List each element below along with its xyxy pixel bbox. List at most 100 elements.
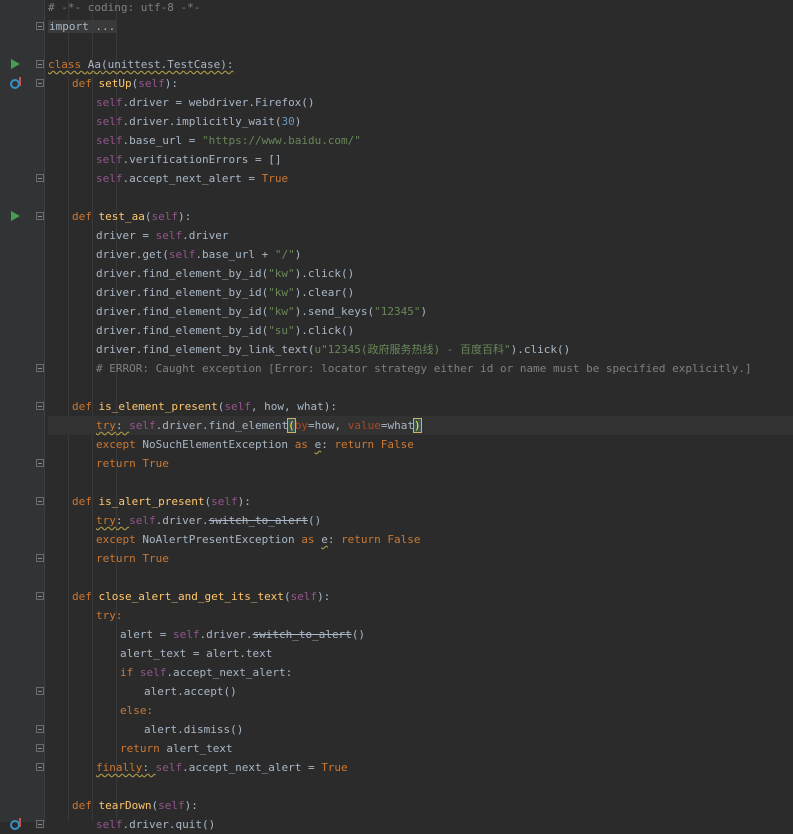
code-line[interactable]: if self.accept_next_alert:: [48, 663, 793, 682]
code-token: close_alert_and_get_its_text: [98, 590, 284, 603]
code-line[interactable]: [48, 36, 793, 55]
run-test-icon[interactable]: [11, 211, 20, 221]
fold-toggle-icon[interactable]: [36, 820, 44, 828]
run-test-icon[interactable]: [11, 59, 20, 69]
code-token: self: [96, 172, 123, 185]
code-line[interactable]: driver.find_element_by_link_text(u"12345…: [48, 340, 793, 359]
fold-toggle-icon[interactable]: [36, 459, 44, 467]
code-line[interactable]: self.driver = webdriver.Firefox(): [48, 93, 793, 112]
code-line[interactable]: return True: [48, 454, 793, 473]
code-line[interactable]: alert_text = alert.text: [48, 644, 793, 663]
code-line[interactable]: class Aa(unittest.TestCase):: [48, 55, 793, 74]
code-line[interactable]: driver.get(self.base_url + "/"): [48, 245, 793, 264]
code-line[interactable]: def setUp(self):: [48, 74, 793, 93]
code-line[interactable]: driver.find_element_by_id("kw").clear(): [48, 283, 793, 302]
code-token: test_aa: [98, 210, 145, 223]
code-line[interactable]: try:: [48, 606, 793, 625]
fold-toggle-icon[interactable]: [36, 497, 44, 505]
fold-toggle-icon[interactable]: [36, 22, 44, 30]
code-token: :: [115, 514, 130, 527]
code-line[interactable]: def tearDown(self):: [48, 796, 793, 815]
fold-toggle-icon[interactable]: [36, 725, 44, 733]
code-token: .base_url +: [195, 248, 275, 261]
code-token: 30: [281, 115, 295, 128]
fold-toggle-icon[interactable]: [36, 402, 44, 410]
fold-toggle-icon[interactable]: [36, 763, 44, 771]
code-line[interactable]: alert = self.driver.switch_to_alert(): [48, 625, 793, 644]
code-line[interactable]: return True: [48, 549, 793, 568]
override-method-icon[interactable]: [10, 77, 22, 89]
code-line[interactable]: self.driver.implicitly_wait(30): [48, 112, 793, 131]
code-token: self: [155, 229, 183, 242]
code-line[interactable]: driver = self.driver: [48, 226, 793, 245]
code-line[interactable]: def close_alert_and_get_its_text(self):: [48, 587, 793, 606]
code-token: class: [48, 58, 88, 71]
fold-toggle-icon[interactable]: [36, 174, 44, 182]
code-line[interactable]: return alert_text: [48, 739, 793, 758]
code-line[interactable]: def test_aa(self):: [48, 207, 793, 226]
code-line[interactable]: try: self.driver.switch_to_alert(): [48, 511, 793, 530]
code-line[interactable]: [48, 777, 793, 796]
code-line[interactable]: # -*- coding: utf-8 -*-: [48, 0, 793, 17]
code-line[interactable]: def is_element_present(self, how, what):: [48, 397, 793, 416]
code-line[interactable]: driver.find_element_by_id("kw").send_key…: [48, 302, 793, 321]
override-method-icon[interactable]: [10, 818, 22, 830]
code-line[interactable]: [48, 473, 793, 492]
code-token: ): [413, 418, 422, 433]
code-token: def: [72, 400, 99, 413]
fold-toggle-icon[interactable]: [36, 687, 44, 695]
code-token: u"12345(政府服务热线) - 百度百科": [314, 343, 511, 356]
code-token: try: [96, 419, 116, 432]
code-line[interactable]: driver.find_element_by_id("kw").click(): [48, 264, 793, 283]
code-line[interactable]: driver.find_element_by_id("su").click(): [48, 321, 793, 340]
code-line[interactable]: try: self.driver.find_element(by=how, va…: [48, 416, 793, 435]
code-token: is_element_present: [98, 400, 218, 413]
code-token: alert_text = alert.text: [120, 647, 273, 660]
folded-imports[interactable]: import ...: [48, 20, 117, 33]
code-line[interactable]: except NoSuchElementException as e: retu…: [48, 435, 793, 454]
code-line[interactable]: self.driver.quit(): [48, 815, 793, 834]
code-line[interactable]: self.verificationErrors = []: [48, 150, 793, 169]
code-line[interactable]: import ...: [48, 17, 793, 36]
fold-toggle-icon[interactable]: [36, 592, 44, 600]
code-token: ):: [164, 77, 178, 90]
code-token: .accept_next_alert =: [122, 172, 262, 185]
fold-toggle-icon[interactable]: [36, 60, 44, 68]
code-token: try:: [96, 609, 123, 622]
code-token: self: [290, 590, 318, 603]
code-token: driver.get(: [96, 248, 169, 261]
code-line[interactable]: [48, 568, 793, 587]
code-line[interactable]: # ERROR: Caught exception [Error: locato…: [48, 359, 793, 378]
code-token: self: [96, 818, 123, 831]
code-token: Aa: [87, 58, 101, 71]
code-token: =how,: [307, 419, 348, 432]
code-line[interactable]: [48, 378, 793, 397]
code-token: driver.find_element_by_id(: [96, 267, 269, 280]
code-token: return True: [96, 552, 169, 565]
code-line[interactable]: else:: [48, 701, 793, 720]
code-token: "/": [274, 248, 295, 261]
code-line[interactable]: self.base_url = "https://www.baidu.com/": [48, 131, 793, 150]
code-token: self: [172, 628, 200, 641]
code-token: def: [72, 210, 99, 223]
code-token: .verificationErrors = []: [122, 153, 282, 166]
code-token: , how, what):: [250, 400, 337, 413]
code-token: if: [120, 666, 140, 679]
code-token: self: [211, 495, 238, 508]
code-token: alert_text: [166, 742, 233, 755]
code-line[interactable]: except NoAlertPresentException as e: ret…: [48, 530, 793, 549]
code-editor[interactable]: # -*- coding: utf-8 -*- import ... class A…: [48, 0, 793, 831]
code-line[interactable]: self.accept_next_alert = True: [48, 169, 793, 188]
code-line[interactable]: alert.dismiss(): [48, 720, 793, 739]
code-line[interactable]: [48, 188, 793, 207]
code-token: def: [72, 799, 99, 812]
fold-toggle-icon[interactable]: [36, 744, 44, 752]
code-line[interactable]: finally: self.accept_next_alert = True: [48, 758, 793, 777]
code-line[interactable]: alert.accept(): [48, 682, 793, 701]
editor-gutter[interactable]: [0, 0, 45, 830]
fold-toggle-icon[interactable]: [36, 212, 44, 220]
fold-toggle-icon[interactable]: [36, 554, 44, 562]
code-line[interactable]: def is_alert_present(self):: [48, 492, 793, 511]
fold-toggle-icon[interactable]: [36, 364, 44, 372]
fold-toggle-icon[interactable]: [36, 79, 44, 87]
